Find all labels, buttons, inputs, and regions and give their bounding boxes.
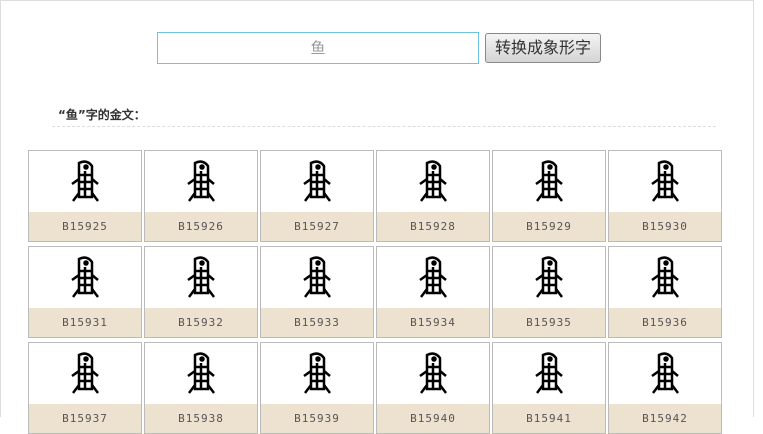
glyph-code: B15929 [493,212,605,241]
fish-glyph-image [609,343,721,404]
character-input[interactable]: 鱼 [157,32,479,64]
glyph-cell[interactable]: B15940 [376,342,490,434]
glyph-cell[interactable]: B15931 [28,246,142,338]
glyph-cell[interactable]: B15942 [608,342,722,434]
fish-glyph-image [29,151,141,212]
fish-glyph-image [145,151,257,212]
glyph-code: B15936 [609,308,721,337]
glyph-cell[interactable]: B15925 [28,150,142,242]
glyph-code: B15941 [493,404,605,433]
glyph-cell[interactable]: B15932 [144,246,258,338]
glyph-cell[interactable]: B15937 [28,342,142,434]
fish-glyph-image [493,151,605,212]
glyph-code: B15934 [377,308,489,337]
glyph-cell[interactable]: B15939 [260,342,374,434]
fish-glyph-image [145,343,257,404]
fish-glyph-image [145,247,257,308]
glyph-code: B15925 [29,212,141,241]
fish-glyph-image [29,247,141,308]
glyph-cell[interactable]: B15927 [260,150,374,242]
fish-glyph-image [609,247,721,308]
glyph-code: B15939 [261,404,373,433]
glyph-cell[interactable]: B15936 [608,246,722,338]
fish-glyph-image [377,343,489,404]
glyph-code: B15927 [261,212,373,241]
fish-glyph-image [261,247,373,308]
fish-glyph-image [609,151,721,212]
glyph-cell[interactable]: B15941 [492,342,606,434]
glyph-cell[interactable]: B15926 [144,150,258,242]
glyph-cell[interactable]: B15934 [376,246,490,338]
glyph-code: B15931 [29,308,141,337]
glyph-cell[interactable]: B15935 [492,246,606,338]
glyph-code: B15938 [145,404,257,433]
convert-button[interactable]: 转换成象形字 [485,33,601,63]
fish-glyph-image [493,343,605,404]
glyph-code: B15932 [145,308,257,337]
glyph-code: B15926 [145,212,257,241]
fish-glyph-image [377,247,489,308]
glyph-cell[interactable]: B15938 [144,342,258,434]
divider [52,126,716,127]
glyph-code: B15942 [609,404,721,433]
fish-glyph-image [261,343,373,404]
glyph-cell[interactable]: B15930 [608,150,722,242]
fish-glyph-image [377,151,489,212]
glyph-cell[interactable]: B15929 [492,150,606,242]
glyph-code: B15930 [609,212,721,241]
fish-glyph-image [29,343,141,404]
glyph-grid: B15925 B15926 B15927 B15928 B15929 B15930 B159… [28,150,722,434]
glyph-code: B15937 [29,404,141,433]
fish-glyph-image [261,151,373,212]
glyph-code: B15940 [377,404,489,433]
fish-glyph-image [493,247,605,308]
glyph-cell[interactable]: B15933 [260,246,374,338]
glyph-code: B15928 [377,212,489,241]
section-title: “鱼”字的金文： [58,108,146,122]
glyph-code: B15933 [261,308,373,337]
glyph-code: B15935 [493,308,605,337]
glyph-cell[interactable]: B15928 [376,150,490,242]
